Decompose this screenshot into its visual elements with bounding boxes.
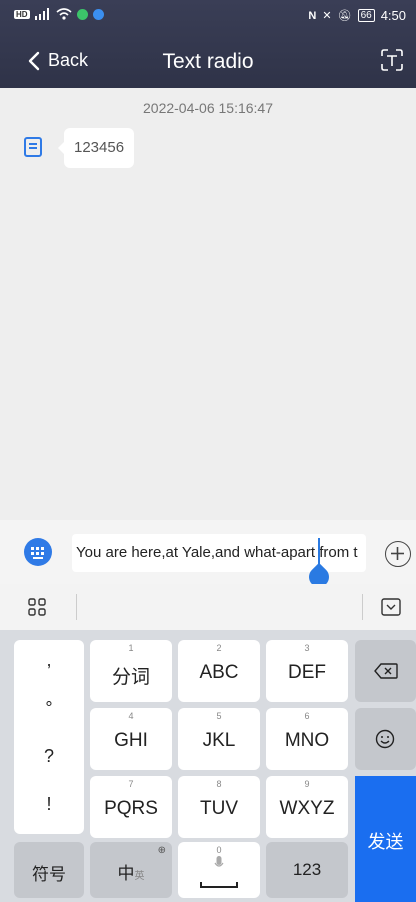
title-bar: Back Text radio (0, 36, 416, 88)
globe-icon: ⊕ (157, 845, 166, 856)
numbers-label: 123 (292, 860, 322, 879)
symbol-comma[interactable]: , (14, 650, 84, 671)
send-label: 发送 (367, 832, 404, 852)
signal-icon (34, 8, 49, 20)
key-2[interactable]: 2 ABC (178, 640, 260, 702)
emoji-key[interactable] (355, 708, 416, 770)
keyboard: , ° ? ! 1 分词 2 ABC 3 DEF 4 GHI 5 JKL 6 M… (0, 584, 416, 902)
nfc-icon: N (308, 9, 317, 22)
wifi-icon (56, 8, 72, 20)
message-bubble[interactable]: 123456 (57, 128, 135, 168)
smiley-icon (375, 729, 395, 749)
keyboard-toggle-button[interactable] (24, 538, 52, 566)
message-timestamp: 2022-04-06 15:16:47 (143, 100, 273, 116)
space-bar-mark (200, 882, 238, 888)
language-switch-key[interactable]: ⊕ 中英 (90, 842, 172, 898)
page-title: Text radio (162, 50, 254, 73)
key-1[interactable]: 1 分词 (90, 640, 172, 702)
symbol-column: , ° ? ! (14, 640, 84, 834)
symbol-question[interactable]: ? (14, 746, 84, 767)
send-button[interactable]: 发送 (355, 776, 416, 902)
text-cursor (318, 538, 320, 564)
divider (76, 594, 77, 620)
key-3[interactable]: 3 DEF (266, 640, 348, 702)
app-notification-icon (76, 8, 88, 20)
text-scan-icon[interactable] (380, 48, 404, 72)
app-header: HD N ✕ 🔕︎ 66 4:50 Back Text radio (0, 0, 416, 88)
plus-icon (391, 547, 404, 560)
status-bar: HD N ✕ 🔕︎ 66 4:50 (0, 0, 416, 34)
backspace-icon (374, 663, 398, 679)
symbol-exclamation[interactable]: ! (14, 794, 84, 815)
symbol-degree[interactable]: ° (14, 698, 84, 719)
hide-keyboard-icon[interactable] (381, 598, 401, 616)
key-9[interactable]: 9 WXYZ (266, 776, 348, 838)
add-button[interactable] (385, 541, 411, 567)
mute-icon: 🔕︎ (337, 10, 352, 22)
key-6[interactable]: 6 MNO (266, 708, 348, 770)
vibrate-icon: ✕ (322, 10, 332, 22)
input-bar: You are here,at Yale,and what-apart from… (0, 520, 416, 584)
keyboard-icon (31, 547, 44, 559)
key-7[interactable]: 7 PQRS (90, 776, 172, 838)
key-8[interactable]: 8 TUV (178, 776, 260, 838)
numbers-key[interactable]: 123 (266, 842, 348, 898)
clock: 4:50 (380, 8, 406, 23)
key-4[interactable]: 4 GHI (90, 708, 172, 770)
microphone-icon (214, 856, 224, 867)
document-icon (24, 137, 42, 157)
symbols-key[interactable]: 符号 (14, 842, 84, 898)
space-key[interactable]: 0 (178, 842, 260, 898)
hd-icon: HD (14, 9, 30, 19)
status-left: HD (14, 8, 104, 20)
location-notification-icon (92, 8, 104, 20)
lang-primary: 中 (117, 864, 135, 883)
lang-secondary: 英 (134, 871, 145, 882)
symbols-label: 符号 (32, 865, 66, 884)
divider (362, 594, 363, 620)
language-label: 中英 (90, 859, 172, 884)
backspace-key[interactable] (355, 640, 416, 702)
key-5[interactable]: 5 JKL (178, 708, 260, 770)
candidate-bar (0, 584, 416, 630)
apps-grid-icon[interactable] (28, 598, 46, 616)
status-right: N ✕ 🔕︎ 66 4:50 (308, 8, 406, 23)
battery-icon: 66 (357, 9, 375, 22)
